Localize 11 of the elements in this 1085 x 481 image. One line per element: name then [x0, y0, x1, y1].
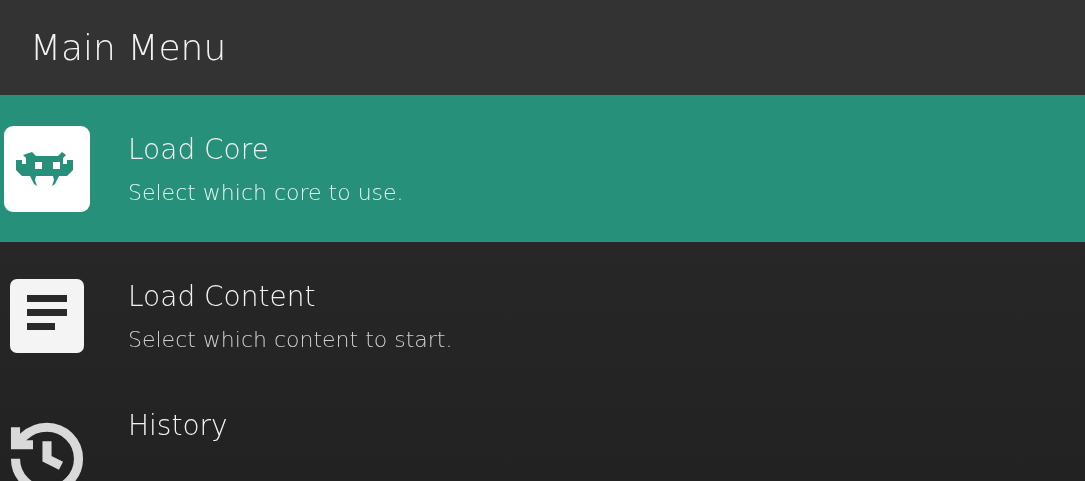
menu-item[interactable]: History [0, 389, 1085, 481]
item-description: Select which core to use. [128, 179, 404, 205]
document-icon [10, 278, 84, 353]
menu-item[interactable]: Load Content Select which content to start. [0, 242, 1085, 389]
item-label: Load Core [128, 132, 270, 166]
invader-icon [4, 125, 90, 212]
item-description: Select which content to start. [128, 326, 453, 352]
item-label: History [128, 409, 228, 442]
menu-title: Main Menu [30, 27, 227, 68]
item-label: Load Content [128, 279, 317, 313]
menu-item[interactable]: Load Core Select which core to use. [0, 95, 1085, 242]
